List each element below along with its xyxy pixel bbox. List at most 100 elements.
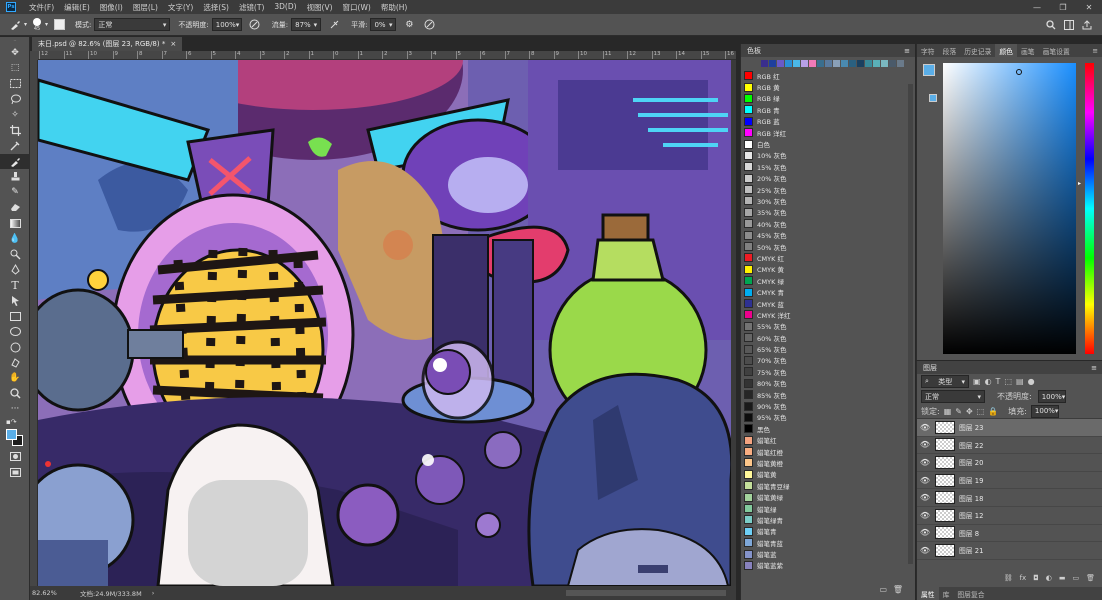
panel-tab[interactable]: 历史记录 bbox=[960, 46, 995, 56]
swatch-item[interactable]: RGB 青 bbox=[741, 104, 915, 115]
foreground-color-swatch[interactable] bbox=[6, 429, 17, 440]
menu-item[interactable]: 图像(I) bbox=[95, 2, 128, 13]
dodge-tool-icon[interactable] bbox=[0, 247, 30, 263]
color-picker-field[interactable] bbox=[943, 63, 1076, 354]
layer-name[interactable]: 图层 21 bbox=[959, 545, 983, 555]
swatch-color[interactable] bbox=[873, 60, 880, 67]
layer-row[interactable]: 👁 图层 22 bbox=[917, 437, 1102, 455]
swatch-item[interactable]: 65% 灰色 bbox=[741, 343, 915, 354]
swatch-item[interactable]: 40% 灰色 bbox=[741, 218, 915, 229]
swatch-color[interactable] bbox=[897, 60, 904, 67]
swatch-item[interactable]: 85% 灰色 bbox=[741, 389, 915, 400]
swatch-item[interactable]: 蜡笔黄绿 bbox=[741, 491, 915, 502]
swatch-item[interactable]: 55% 灰色 bbox=[741, 321, 915, 332]
menu-item[interactable]: 视图(V) bbox=[302, 2, 338, 13]
layer-row[interactable]: 👁 图层 12 bbox=[917, 507, 1102, 525]
brush-tool-icon[interactable] bbox=[8, 18, 22, 32]
pressure-size-icon[interactable] bbox=[422, 18, 436, 32]
swatch-item[interactable]: 蜡笔青 bbox=[741, 526, 915, 537]
swatch-item[interactable]: 80% 灰色 bbox=[741, 378, 915, 389]
clone-stamp-tool-icon[interactable] bbox=[0, 169, 30, 185]
filter-smart-object-icon[interactable]: ▤ bbox=[1016, 377, 1024, 386]
swatch-item[interactable]: 蜡笔青豆绿 bbox=[741, 480, 915, 491]
pressure-opacity-icon[interactable] bbox=[248, 18, 262, 32]
swatch-item[interactable]: CMYK 青 bbox=[741, 286, 915, 297]
menu-item[interactable]: 窗口(W) bbox=[338, 2, 376, 13]
move-tool-icon[interactable]: ✥ bbox=[0, 45, 30, 61]
opacity-input[interactable]: 100% ▾ bbox=[211, 18, 242, 31]
marquee-tool-icon[interactable] bbox=[0, 76, 30, 92]
swatch-color[interactable] bbox=[841, 60, 848, 67]
panel-menu-icon[interactable]: ≡ bbox=[1088, 47, 1102, 55]
menu-item[interactable]: 滤镜(T) bbox=[234, 2, 269, 13]
eye-icon[interactable]: 👁 bbox=[917, 511, 933, 520]
swatch-item[interactable]: CMYK 黄 bbox=[741, 264, 915, 275]
swatch-item[interactable]: 蜡笔蓝 bbox=[741, 548, 915, 559]
hue-slider[interactable] bbox=[1085, 63, 1094, 354]
artboard-tool-icon[interactable]: ⬚ bbox=[0, 61, 30, 77]
delete-layer-icon[interactable]: 🗑 bbox=[1086, 574, 1095, 586]
quick-mask-icon[interactable] bbox=[0, 449, 30, 465]
filter-pixel-icon[interactable]: ▣ bbox=[973, 377, 981, 386]
eye-icon[interactable]: 👁 bbox=[917, 493, 933, 502]
new-swatch-button[interactable]: ▭ bbox=[879, 585, 887, 594]
color-swatches[interactable] bbox=[0, 427, 30, 449]
swatch-item[interactable]: 蜡笔黄橙 bbox=[741, 457, 915, 468]
swatch-item[interactable]: 10% 灰色 bbox=[741, 150, 915, 161]
foreground-color-swatch[interactable] bbox=[923, 64, 935, 76]
link-layers-icon[interactable]: ⛓ bbox=[1004, 574, 1013, 586]
lasso-tool-icon[interactable] bbox=[0, 92, 30, 108]
swatch-color[interactable] bbox=[809, 60, 816, 67]
path-selection-tool-icon[interactable] bbox=[0, 293, 30, 309]
swatch-item[interactable]: RGB 绿 bbox=[741, 93, 915, 104]
lock-paint-icon[interactable]: ✎ bbox=[955, 407, 962, 416]
flow-input[interactable]: 87% ▾ bbox=[291, 18, 322, 31]
smooth-input[interactable]: 0% ▾ bbox=[370, 18, 397, 31]
layer-row[interactable]: 👁 图层 21 bbox=[917, 542, 1102, 560]
swatch-item[interactable]: CMYK 红 bbox=[741, 252, 915, 263]
add-mask-icon[interactable]: ◘ bbox=[1033, 574, 1039, 586]
layer-name[interactable]: 图层 8 bbox=[959, 528, 979, 538]
swatch-item[interactable]: 蜡笔绿 bbox=[741, 503, 915, 514]
layer-name[interactable]: 图层 19 bbox=[959, 475, 983, 485]
eraser-tool-icon[interactable] bbox=[0, 200, 30, 216]
layer-opacity-input[interactable]: 100% ▾ bbox=[1037, 390, 1066, 403]
lock-all-icon[interactable]: 🔒 bbox=[988, 407, 998, 416]
brush-preset-picker[interactable]: 45 bbox=[33, 17, 42, 32]
layer-row[interactable]: 👁 图层 23 bbox=[917, 419, 1102, 437]
swatch-item[interactable]: RGB 黄 bbox=[741, 81, 915, 92]
document-canvas[interactable] bbox=[38, 60, 731, 586]
menu-item[interactable]: 帮助(H) bbox=[376, 2, 413, 13]
swatch-item[interactable]: 蜡笔蓝紫 bbox=[741, 560, 915, 571]
swatch-item[interactable]: 25% 灰色 bbox=[741, 184, 915, 195]
ellipse-tool-icon[interactable] bbox=[0, 324, 30, 340]
swatch-color[interactable] bbox=[817, 60, 824, 67]
new-group-icon[interactable]: ▬ bbox=[1059, 574, 1066, 586]
panel-tab[interactable]: 画笔 bbox=[1017, 46, 1039, 56]
swatch-item[interactable]: RGB 蓝 bbox=[741, 116, 915, 127]
swatch-item[interactable]: 45% 灰色 bbox=[741, 229, 915, 240]
swatch-color[interactable] bbox=[857, 60, 864, 67]
swatch-item[interactable]: RGB 红 bbox=[741, 70, 915, 81]
magic-wand-tool-icon[interactable]: ✧ bbox=[0, 107, 30, 123]
layer-name[interactable]: 图层 18 bbox=[959, 493, 983, 503]
pen-tool-icon[interactable] bbox=[0, 262, 30, 278]
mode-select[interactable]: 正常 ▾ bbox=[94, 18, 171, 31]
swatch-item[interactable]: 90% 灰色 bbox=[741, 400, 915, 411]
swatch-color[interactable] bbox=[801, 60, 808, 67]
swatches-scrollbar[interactable] bbox=[908, 84, 913, 564]
filter-type-icon[interactable]: T bbox=[996, 377, 1001, 386]
swatch-item[interactable]: 黑色 bbox=[741, 423, 915, 434]
delete-swatch-button[interactable]: 🗑 bbox=[893, 585, 903, 594]
photoshop-logo[interactable]: Ps bbox=[6, 2, 16, 12]
swap-colors-icon[interactable]: ▪↷ bbox=[0, 417, 30, 427]
lock-position-icon[interactable]: ✥ bbox=[966, 407, 973, 416]
custom-shape-tool-icon[interactable] bbox=[0, 340, 30, 356]
swatch-item[interactable]: 蜡笔黄 bbox=[741, 469, 915, 480]
rotate-view-tool-icon[interactable] bbox=[0, 355, 30, 371]
eye-icon[interactable]: 👁 bbox=[917, 423, 933, 432]
swatch-item[interactable]: CMYK 洋红 bbox=[741, 309, 915, 320]
swatch-color[interactable] bbox=[849, 60, 856, 67]
new-layer-icon[interactable]: ▭ bbox=[1072, 574, 1079, 586]
swatch-color[interactable] bbox=[825, 60, 832, 67]
